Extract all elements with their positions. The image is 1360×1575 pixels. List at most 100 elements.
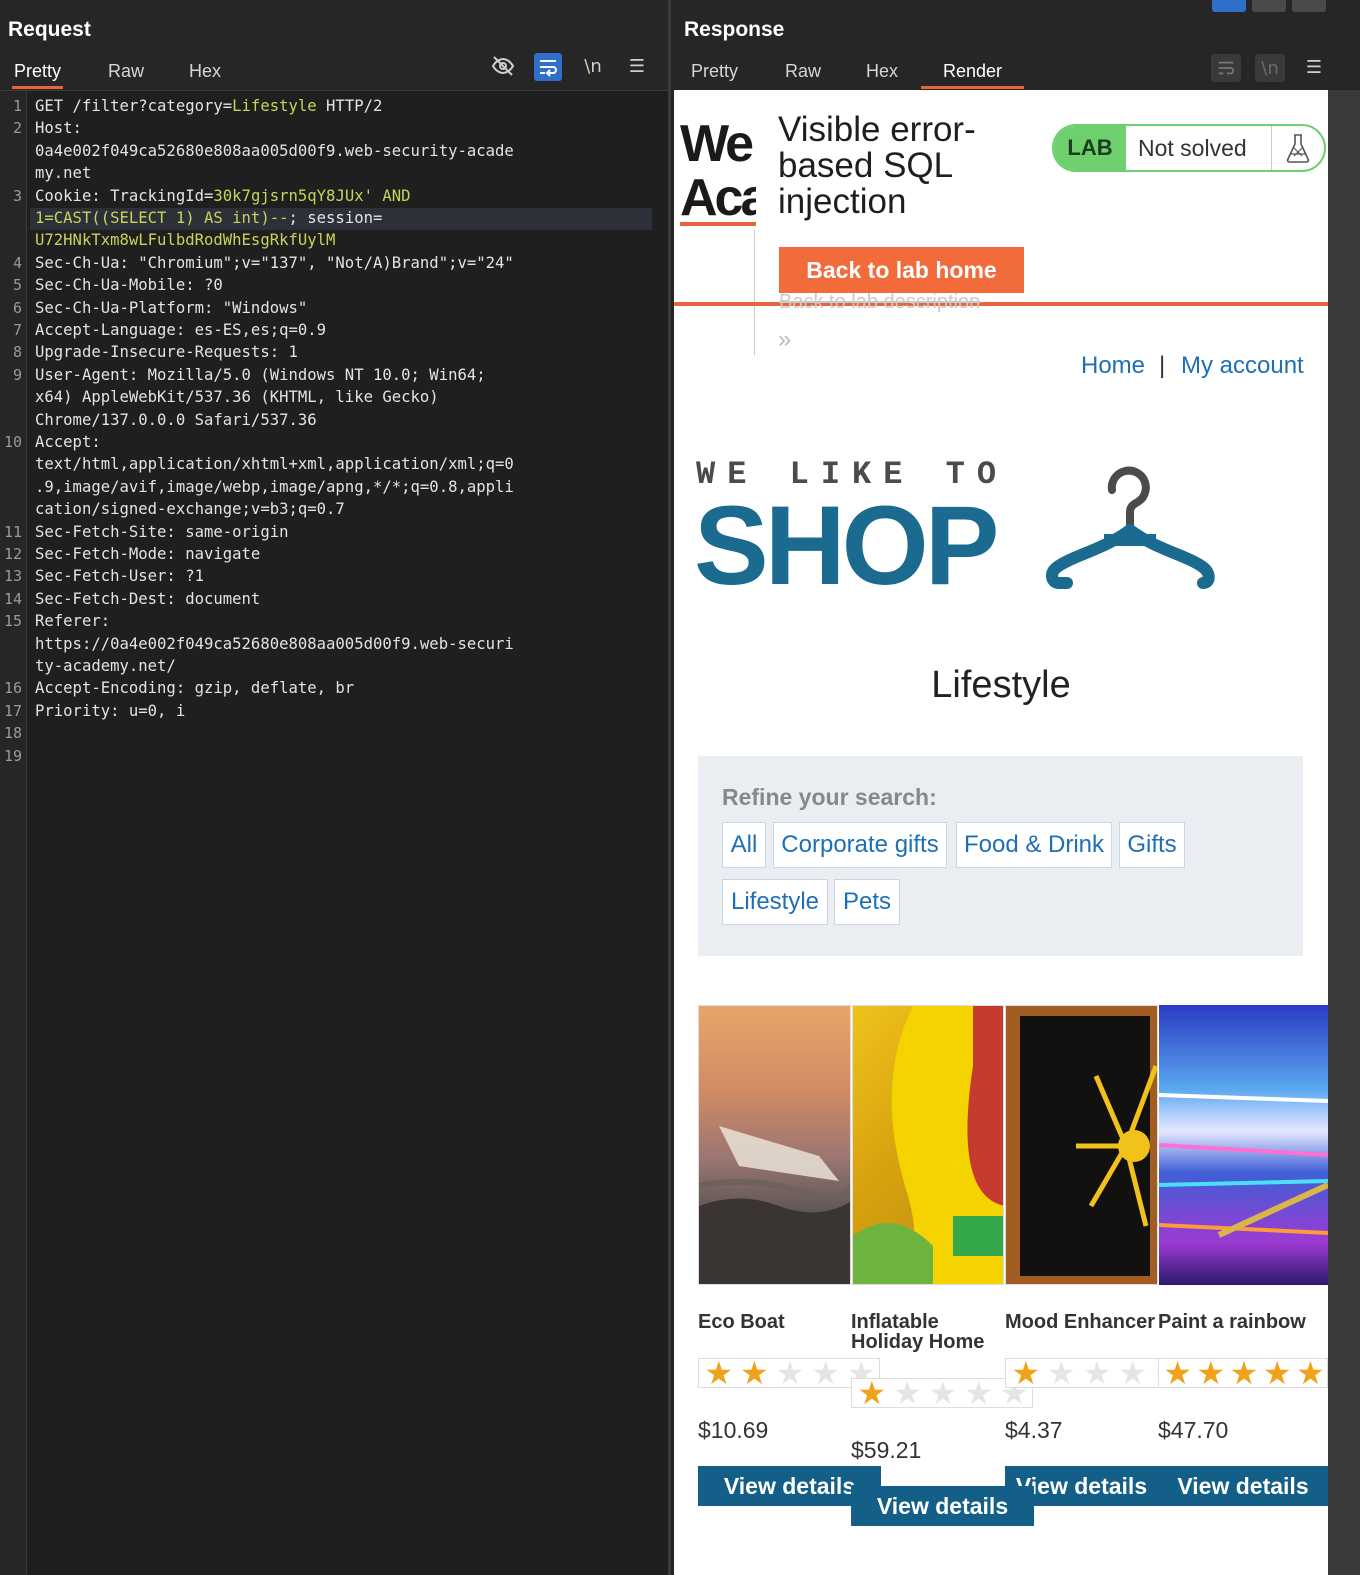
view-details-button[interactable]: View details bbox=[1158, 1466, 1328, 1506]
request-line: Referer: bbox=[35, 610, 110, 632]
line-number: 14 bbox=[3, 589, 22, 608]
header-text: Sec-Fetch-Mode: navigate bbox=[35, 545, 261, 563]
star-filled-icon: ★ bbox=[740, 1354, 769, 1392]
line-number: 7 bbox=[12, 321, 22, 339]
star-empty-icon: ★ bbox=[811, 1354, 840, 1392]
request-editor[interactable]: 1 2 3 4 5 6 7 8 9 10 11 12 13 14 15 16 17 18 19 GET /filte… bbox=[0, 90, 668, 1575]
request-pane: Request Pretty Raw Hex \n ☰ 1 2 3 4 5 6 7 8 9 10 1… bbox=[0, 0, 670, 1575]
header-text: .9,image/avif,image/webp,image/apng,*/*;… bbox=[35, 477, 514, 496]
response-tab-pretty[interactable]: Pretty bbox=[689, 55, 740, 89]
header-text: User-Agent: Mozilla/5.0 (Windows NT 10.0… bbox=[35, 365, 486, 384]
rating-stars: ★★★★★ bbox=[1158, 1358, 1328, 1388]
star-filled-icon: ★ bbox=[1296, 1358, 1325, 1388]
line-number: 19 bbox=[3, 746, 22, 765]
request-line: GET /filter?category=Lifestyle HTTP/2 bbox=[35, 95, 382, 117]
request-line: Priority: u=0, i bbox=[35, 700, 185, 722]
filter-all[interactable]: All bbox=[722, 822, 766, 868]
filter-pets[interactable]: Pets bbox=[834, 879, 900, 925]
product-name: Paint a rainbow bbox=[1158, 1311, 1306, 1333]
request-line: Sec-Fetch-User: ?1 bbox=[35, 565, 204, 587]
star-filled-icon: ★ bbox=[1196, 1358, 1226, 1388]
response-tab-hex[interactable]: Hex bbox=[864, 55, 900, 89]
menu-icon[interactable]: ☰ bbox=[1301, 54, 1327, 80]
header-text: HTTP/2 bbox=[316, 97, 383, 115]
line-number: 9 bbox=[12, 365, 22, 384]
filter-corporate-gifts[interactable]: Corporate gifts bbox=[773, 822, 947, 868]
request-line: Sec-Ch-Ua-Platform: "Windows" bbox=[35, 297, 307, 319]
layout-top-bottom-button[interactable] bbox=[1252, 0, 1286, 12]
nav-my-account-link[interactable]: My account bbox=[1181, 352, 1304, 380]
header-rule bbox=[674, 302, 1328, 306]
back-to-lab-home-button[interactable]: Back to lab home bbox=[779, 247, 1024, 293]
request-line: Host: bbox=[35, 117, 82, 139]
refine-search-box: Refine your search: All Corporate gifts … bbox=[698, 756, 1303, 956]
menu-icon[interactable]: ☰ bbox=[624, 53, 650, 79]
line-number: 6 bbox=[12, 298, 22, 317]
view-details-button[interactable]: View details bbox=[851, 1486, 1034, 1526]
star-filled-icon: ★ bbox=[1262, 1358, 1292, 1388]
request-tab-hex[interactable]: Hex bbox=[187, 55, 223, 89]
header-text: ty-academy.net/ bbox=[35, 657, 176, 675]
star-empty-icon: ★ bbox=[775, 1354, 805, 1392]
request-line: 0a4e002f049ca52680e808aa005d00f9.web-sec… bbox=[35, 140, 514, 162]
filter-food-drink[interactable]: Food & Drink bbox=[956, 822, 1112, 868]
product-price: $4.37 bbox=[1005, 1417, 1063, 1443]
word-wrap-icon[interactable] bbox=[534, 53, 562, 81]
product-price: $59.21 bbox=[851, 1437, 922, 1463]
header-text: x64) AppleWebKit/537.36 (KHTML, like Gec… bbox=[35, 388, 439, 407]
flask-icon bbox=[1272, 126, 1324, 170]
request-line: Sec-Fetch-Mode: navigate bbox=[35, 543, 260, 565]
back-to-description-link[interactable]: Back to lab description bbox=[779, 291, 980, 314]
line-number: 10 bbox=[3, 433, 22, 451]
product-price: $47.70 bbox=[1158, 1417, 1229, 1443]
response-tab-raw[interactable]: Raw bbox=[783, 55, 823, 89]
logo-underline bbox=[680, 222, 756, 226]
header-text: my.net bbox=[35, 164, 92, 183]
line-number: 18 bbox=[3, 724, 22, 743]
eye-slash-icon[interactable] bbox=[490, 53, 516, 79]
layout-side-by-side-button[interactable] bbox=[1212, 0, 1246, 12]
newline-icon[interactable]: \n bbox=[1255, 54, 1285, 82]
filter-lifestyle[interactable]: Lifestyle bbox=[722, 879, 828, 925]
header-value: U72HNkTxm8wLFulbdRodWhEsgRkfUylM bbox=[35, 231, 336, 250]
inflatable-holiday-home-image[interactable] bbox=[852, 1005, 1004, 1285]
lab-title: Visible error-based SQL injection bbox=[778, 110, 976, 221]
product-name: Mood Enhancer bbox=[1005, 1311, 1156, 1333]
nav-separator: | bbox=[1159, 352, 1166, 379]
request-line: U72HNkTxm8wLFulbdRodWhEsgRkfUylM bbox=[35, 229, 335, 251]
academy-logo: We bbox=[680, 115, 754, 173]
star-filled-icon: ★ bbox=[704, 1354, 734, 1392]
academy-logo-line2: Aca bbox=[680, 172, 756, 224]
paint-a-rainbow-image[interactable] bbox=[1159, 1005, 1328, 1285]
header-divider bbox=[754, 230, 755, 355]
request-line: .9,image/avif,image/webp,image/apng,*/*;… bbox=[35, 476, 514, 498]
line-number: 15 bbox=[3, 612, 22, 631]
line-number: 11 bbox=[3, 522, 22, 541]
request-line: Sec-Fetch-Site: same-origin bbox=[35, 521, 288, 543]
request-line: Accept-Encoding: gzip, deflate, br bbox=[35, 677, 354, 699]
star-empty-icon: ★ bbox=[1082, 1354, 1112, 1392]
layout-tabs-button[interactable] bbox=[1292, 0, 1326, 12]
header-text: Sec-Fetch-Site: same-origin bbox=[35, 522, 289, 541]
line-number: 1 bbox=[12, 97, 22, 115]
request-line: cation/signed-exchange;v=b3;q=0.7 bbox=[35, 498, 345, 520]
header-text: 0a4e002f049ca52680e808aa005d00f9.web-sec… bbox=[35, 141, 514, 160]
vertical-scrollbar[interactable] bbox=[1328, 90, 1360, 1575]
nav-home-link[interactable]: Home bbox=[1081, 352, 1145, 380]
eco-boat-image[interactable] bbox=[698, 1005, 851, 1285]
request-tab-pretty[interactable]: Pretty bbox=[12, 55, 64, 89]
newline-icon[interactable]: \n bbox=[580, 53, 606, 79]
header-text: Cookie: TrackingId= bbox=[35, 186, 214, 205]
lab-label: LAB bbox=[1054, 126, 1126, 170]
star-empty-icon: ★ bbox=[964, 1374, 993, 1412]
word-wrap-icon[interactable] bbox=[1211, 54, 1241, 82]
header-text: https://0a4e002f049ca52680e808aa005d00f9… bbox=[35, 634, 514, 653]
header-text: Sec-Fetch-Dest: document bbox=[35, 589, 261, 608]
line-number: 2 bbox=[12, 119, 22, 138]
mood-enhancer-image[interactable] bbox=[1005, 1005, 1158, 1285]
header-text: text/html,application/xhtml+xml,applicat… bbox=[35, 455, 514, 474]
filter-gifts[interactable]: Gifts bbox=[1119, 822, 1185, 868]
request-tab-raw[interactable]: Raw bbox=[106, 55, 146, 89]
star-empty-icon: ★ bbox=[1047, 1354, 1076, 1392]
response-tab-render[interactable]: Render bbox=[921, 55, 1025, 89]
